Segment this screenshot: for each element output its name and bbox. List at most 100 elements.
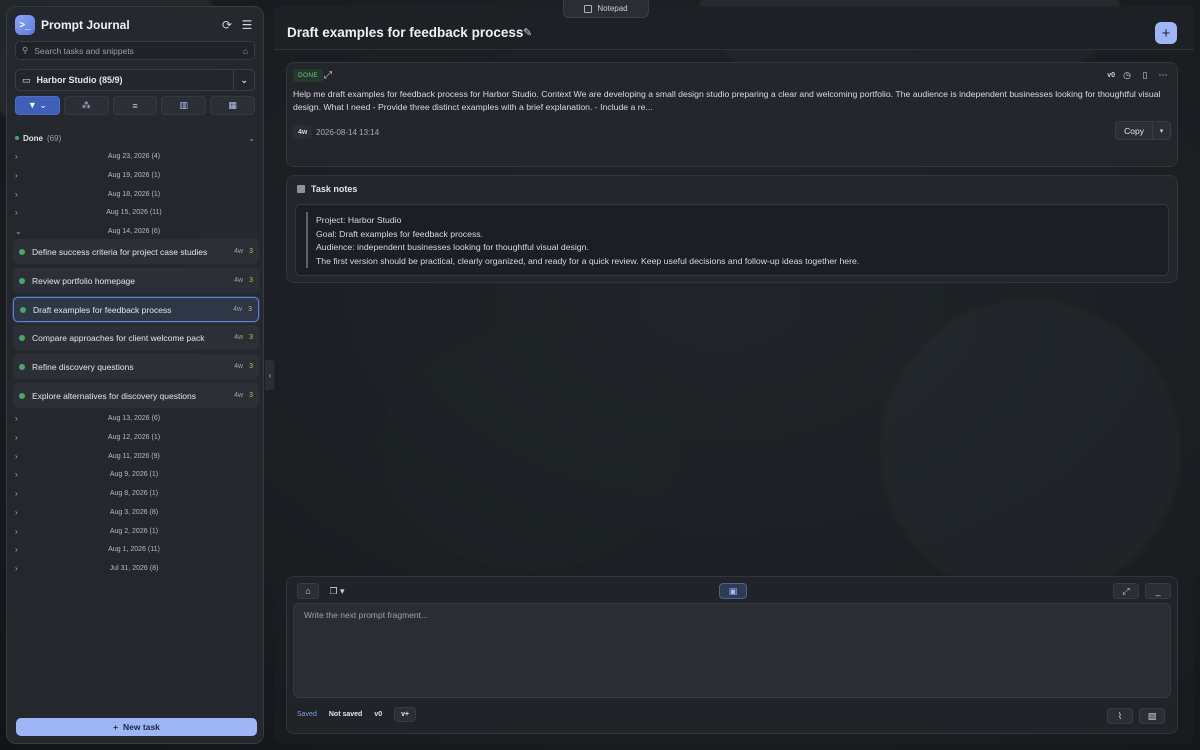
attach-button[interactable]: ⌇ — [1107, 708, 1133, 724]
search-icon: ⚲ — [22, 45, 29, 55]
notes-icon — [297, 185, 305, 193]
expand-icon: ⤢ — [1122, 585, 1130, 596]
chevron-down-icon: ⌄ — [240, 74, 248, 85]
prompt-card: DONE ⤢ v0 ◷ ▯ ⋯ Help me draft examples f… — [286, 62, 1178, 167]
status-dot — [19, 248, 25, 255]
date-group[interactable]: › Jul 31, 2026 (8) — [15, 560, 255, 576]
expand-icon[interactable]: ⤢ — [324, 70, 332, 81]
group-header-done[interactable]: Done (69) ⌄ — [15, 131, 255, 145]
date-group[interactable]: › Aug 1, 2026 (11) — [15, 541, 255, 557]
date-group[interactable]: › Aug 23, 2026 (4) — [15, 148, 255, 164]
history-icon[interactable]: ◷ — [1121, 69, 1133, 81]
date-label: Aug 8, 2026 (1) — [109, 489, 159, 497]
edit-title-icon[interactable]: ✎ — [523, 26, 532, 39]
board-view-button[interactable]: ▥ — [161, 96, 207, 115]
task-count: 3 — [249, 248, 253, 255]
date-group[interactable]: › Aug 3, 2026 (8) — [15, 504, 255, 520]
task-item[interactable]: Review portfolio homepage 4w 3 — [13, 268, 259, 293]
tag-icon[interactable]: ⌂ — [243, 46, 248, 56]
minimize-button[interactable]: _ — [1145, 583, 1171, 599]
more-icon[interactable]: ⋯ — [1157, 69, 1169, 81]
not-saved-label[interactable]: Not saved — [329, 711, 362, 718]
date-group[interactable]: › Aug 11, 2026 (9) — [15, 448, 255, 464]
menu-icon[interactable]: ☰ — [239, 17, 255, 33]
expand-button[interactable]: ⤢ — [1113, 583, 1139, 599]
page-title: Draft examples for feedback process — [287, 25, 524, 40]
preview-button[interactable]: ▣ — [719, 583, 747, 599]
new-task-label: New task — [123, 722, 160, 732]
notes-body[interactable]: Project: Harbor Studio Goal: Draft examp… — [295, 204, 1169, 276]
task-item[interactable]: Explore alternatives for discovery quest… — [13, 383, 259, 408]
task-item[interactable]: Refine discovery questions 4w 3 — [13, 354, 259, 379]
new-task-button[interactable]: + New task — [16, 718, 257, 736]
task-title: Define success criteria for project case… — [32, 246, 208, 257]
delete-icon[interactable]: ▯ — [1139, 69, 1151, 81]
saved-label[interactable]: Saved — [297, 711, 317, 718]
date-group[interactable]: › Aug 18, 2026 (1) — [15, 186, 255, 202]
notepad-icon — [584, 4, 593, 13]
tag-button[interactable]: ⌂ — [297, 583, 319, 599]
notepad-tab[interactable]: Notepad — [563, 0, 649, 18]
tag-icon: ⌂ — [305, 586, 311, 596]
copy-options-icon[interactable]: ▾ — [1153, 121, 1171, 140]
date-group[interactable]: › Aug 12, 2026 (1) — [15, 429, 255, 445]
chevron-right-icon: › — [15, 432, 18, 442]
date-group[interactable]: › Aug 19, 2026 (1) — [15, 167, 255, 183]
search-input[interactable] — [34, 45, 243, 56]
refresh-icon[interactable]: ⟳ — [219, 17, 235, 33]
date-group[interactable]: › Aug 15, 2026 (11) — [15, 204, 255, 220]
chevron-right-icon: › — [15, 151, 18, 161]
status-dot — [19, 392, 25, 399]
sidebar-header: >_ Prompt Journal ⟳ ☰ — [15, 14, 255, 36]
snippet-button[interactable]: ❐ ▾ — [323, 583, 351, 599]
status-dot — [20, 306, 26, 313]
prompt-text: Help me draft examples for feedback proc… — [293, 89, 1161, 112]
task-age: 4w — [234, 363, 244, 370]
add-button[interactable]: + — [1155, 22, 1177, 44]
new-version-button[interactable]: v+ — [394, 707, 417, 722]
copy-button[interactable]: Copy — [1115, 121, 1153, 140]
task-item-selected[interactable]: Draft examples for feedback process 4w 3 — [13, 297, 259, 322]
chevron-right-icon: › — [15, 413, 18, 423]
task-age: 4w — [234, 392, 244, 399]
task-title: Refine discovery questions — [32, 361, 134, 372]
prompt-input[interactable] — [293, 603, 1171, 698]
date-label: Aug 12, 2026 (1) — [107, 433, 161, 441]
preview-icon: ▣ — [728, 585, 738, 596]
version-label[interactable]: v0 — [374, 711, 382, 718]
outline-view-button[interactable]: ≡ — [112, 96, 158, 115]
chevron-right-icon: › — [15, 507, 18, 517]
date-group-expanded[interactable]: ⌄ Aug 14, 2026 (6) — [15, 223, 255, 239]
task-age: 4w — [234, 248, 244, 255]
date-label: Aug 3, 2026 (8) — [109, 508, 159, 516]
date-group[interactable]: › Aug 8, 2026 (1) — [15, 485, 255, 501]
hierarchy-view-button[interactable]: ⁂ — [63, 96, 109, 115]
date-label: Jul 31, 2026 (8) — [109, 564, 159, 572]
card-toolbar: v0 ◷ ▯ ⋯ — [1107, 69, 1169, 81]
plus-icon: + — [113, 722, 119, 732]
task-notes-card: Task notes Project: Harbor Studio Goal: … — [286, 175, 1178, 283]
chevron-right-icon: › — [15, 488, 18, 498]
task-item[interactable]: Define success criteria for project case… — [13, 239, 259, 264]
task-title: Review portfolio homepage — [32, 275, 136, 286]
task-item[interactable]: Compare approaches for client welcome pa… — [13, 325, 259, 350]
date-group[interactable]: › Aug 9, 2026 (1) — [15, 466, 255, 482]
project-select[interactable]: ▭ Harbor Studio (85/9) ⌄ — [15, 69, 255, 91]
date-label: Aug 13, 2026 (6) — [107, 414, 161, 422]
task-count: 3 — [249, 363, 253, 370]
filter-button[interactable]: ▼ ⌄ — [15, 96, 60, 115]
date-label: Aug 11, 2026 (9) — [108, 452, 160, 460]
folder-icon: ▭ — [22, 74, 31, 85]
date-label: Aug 18, 2026 (1) — [107, 190, 161, 198]
task-age: 4w — [234, 277, 244, 284]
chevron-right-icon: › — [15, 526, 18, 536]
date-group[interactable]: › Aug 2, 2026 (1) — [15, 523, 255, 539]
table-view-button[interactable]: ▦ — [210, 96, 255, 115]
task-age: 4w — [234, 334, 244, 341]
task-title: Compare approaches for client welcome pa… — [32, 332, 205, 343]
version-label[interactable]: v0 — [1107, 72, 1115, 79]
main-panel: Draft examples for feedback process ✎ + … — [274, 6, 1194, 744]
gallery-button[interactable]: ▧ — [1139, 708, 1165, 724]
date-group[interactable]: › Aug 13, 2026 (6) — [15, 410, 255, 426]
date-label: Aug 14, 2026 (6) — [107, 227, 161, 235]
